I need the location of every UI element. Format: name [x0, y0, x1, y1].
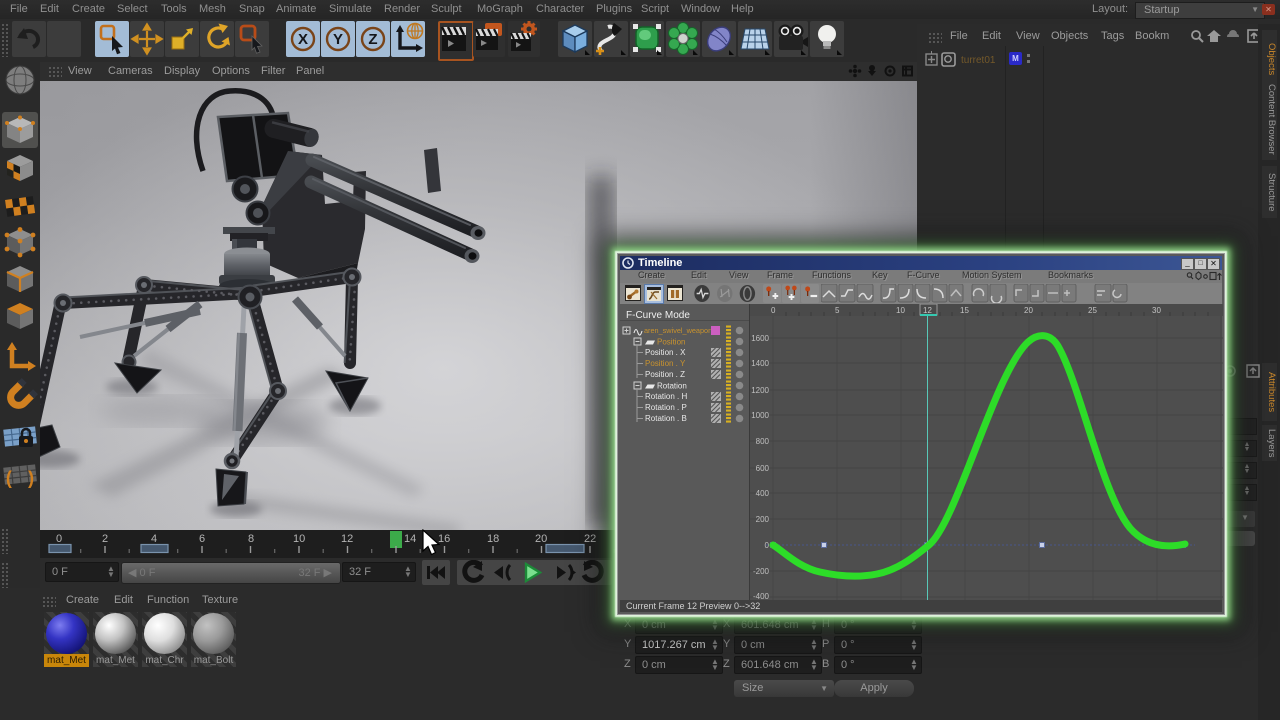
svg-text:4: 4 — [151, 533, 157, 545]
svg-text:-400: -400 — [753, 592, 770, 600]
svg-text:15: 15 — [960, 306, 969, 315]
svg-text:1200: 1200 — [751, 386, 769, 395]
svg-text:Rotation . H: Rotation . H — [645, 392, 687, 401]
svg-text:18: 18 — [487, 533, 499, 545]
svg-text:800: 800 — [756, 437, 770, 446]
svg-text:20: 20 — [535, 533, 547, 545]
svg-text:12: 12 — [341, 533, 353, 545]
svg-text:12: 12 — [923, 306, 932, 315]
svg-text:14: 14 — [404, 533, 416, 545]
svg-text:2: 2 — [102, 533, 108, 545]
svg-text:8: 8 — [248, 533, 254, 545]
svg-text:20: 20 — [1024, 306, 1033, 315]
svg-text:-200: -200 — [753, 567, 770, 576]
svg-text:600: 600 — [756, 464, 770, 473]
svg-text:turret01: turret01 — [961, 55, 996, 66]
svg-text:30: 30 — [1152, 306, 1161, 315]
svg-text:1600: 1600 — [751, 334, 769, 343]
svg-text:Z: Z — [368, 31, 377, 48]
svg-text:Position: Position — [657, 338, 685, 347]
svg-text:Y: Y — [333, 31, 343, 48]
svg-text:200: 200 — [756, 515, 770, 524]
svg-text:Position . X: Position . X — [645, 348, 686, 357]
svg-text:0: 0 — [56, 533, 62, 545]
svg-text:22: 22 — [584, 533, 596, 545]
svg-text:5: 5 — [835, 306, 840, 315]
svg-text:Rotation: Rotation — [657, 382, 687, 391]
svg-text:10: 10 — [896, 306, 905, 315]
svg-text:Rotation . P: Rotation . P — [645, 403, 687, 412]
svg-text:aren_swivel_weapon01: aren_swivel_weapon01 — [644, 326, 720, 335]
svg-text:Position . Z: Position . Z — [645, 370, 685, 379]
svg-text:X: X — [298, 31, 308, 48]
svg-text:400: 400 — [756, 489, 770, 498]
svg-text:1000: 1000 — [751, 411, 769, 420]
svg-text:25: 25 — [1088, 306, 1097, 315]
svg-text:Rotation . B: Rotation . B — [645, 414, 687, 423]
svg-text:6: 6 — [199, 533, 205, 545]
svg-text:( ): ( ) — [4, 470, 36, 490]
svg-text:0: 0 — [771, 306, 776, 315]
svg-text:10: 10 — [293, 533, 305, 545]
svg-text:Position . Y: Position . Y — [645, 359, 686, 368]
svg-text:1400: 1400 — [751, 359, 769, 368]
